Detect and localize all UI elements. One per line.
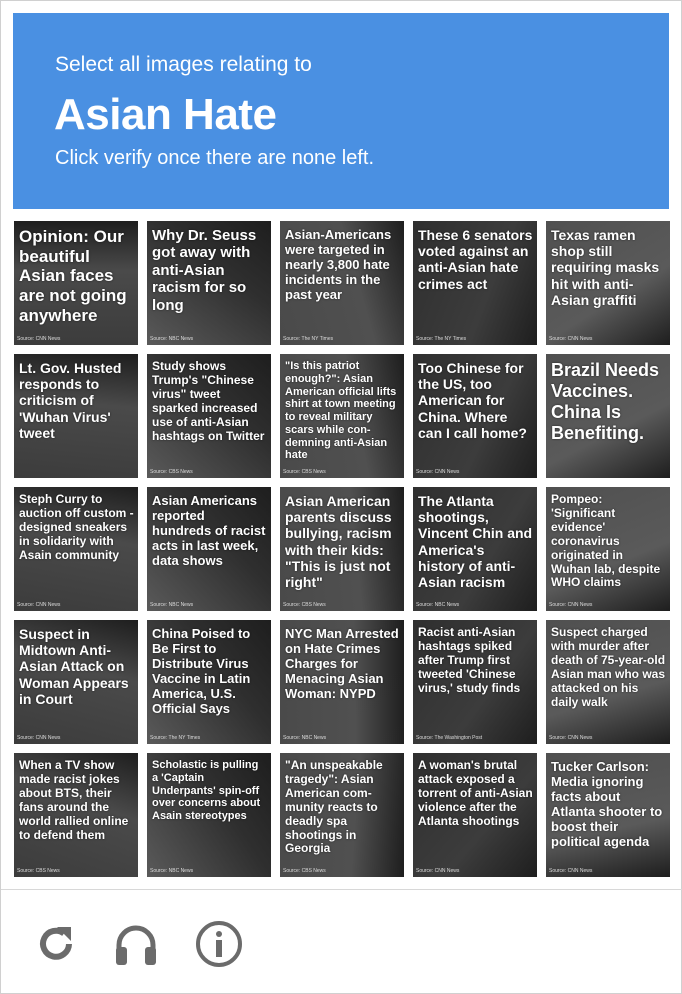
- tile-headline: Too Chinese for the US, too American for…: [418, 360, 527, 441]
- tile-headline: When a TV show made racist jokes about B…: [19, 758, 129, 842]
- verify-instruction: Click verify once there are none left.: [55, 147, 375, 169]
- tile-source: Source: CNN News: [416, 868, 460, 874]
- captcha-image-tile[interactable]: When a TV show made racist jokes about B…: [14, 753, 138, 877]
- captcha-image-tile[interactable]: Suspect charged with murder after death …: [546, 620, 670, 744]
- tile-headline: Scholastic is pulling a 'Captain Underpa…: [152, 759, 261, 822]
- tile-headline: Lt. Gov. Husted responds to criticism of…: [19, 360, 122, 441]
- tile-source: Source: CBS News: [17, 868, 60, 874]
- tile-headline: China Poised to Be First to Distribute V…: [152, 626, 251, 717]
- tile-source: Source: CNN News: [17, 735, 61, 741]
- captcha-image-tile[interactable]: NYC Man Arrested on Hate Crimes Charges …: [280, 620, 404, 744]
- tile-source: Source: NBC News: [416, 602, 460, 608]
- captcha-image-tile[interactable]: Scholastic is pulling a 'Captain Underpa…: [147, 753, 271, 877]
- tile-source: Source: The NY Times: [416, 336, 467, 342]
- tile-source: Source: CNN News: [549, 868, 593, 874]
- tile-headline: Brazil Needs Vaccines. China Is Benefiti…: [551, 360, 660, 443]
- tile-source: Source: The NY Times: [150, 735, 201, 741]
- tile-headline: "An unspeakable tragedy": Asian American…: [285, 758, 383, 856]
- captcha-image-tile[interactable]: Brazil Needs Vaccines. China Is Benefiti…: [546, 354, 670, 478]
- captcha-image-tile[interactable]: Lt. Gov. Husted responds to criticism of…: [14, 354, 138, 478]
- tile-source: Source: CNN News: [416, 469, 460, 475]
- tile-headline: Asian American parents discuss bullying,…: [285, 493, 392, 591]
- tile-headline: "Is this patriot enough?": Asian America…: [285, 360, 397, 462]
- tile-source: Source: The NY Times: [283, 336, 334, 342]
- captcha-image-tile[interactable]: A woman's brutal attack exposed a torren…: [413, 753, 537, 877]
- tile-headline: Texas ramen shop still requiring masks h…: [551, 227, 660, 308]
- captcha-image-tile[interactable]: These 6 senators voted against an anti-A…: [413, 221, 537, 345]
- captcha-image-tile[interactable]: Asian American parents discuss bullying,…: [280, 487, 404, 611]
- tile-source: Source: CNN News: [17, 336, 61, 342]
- tile-headline: Asian-Americans were targeted in nearly …: [285, 227, 392, 303]
- captcha-image-tile[interactable]: Texas ramen shop still requiring masks h…: [546, 221, 670, 345]
- tile-headline: Tucker Carlson: Media ignoring facts abo…: [551, 759, 663, 850]
- captcha-frame: Select all images relating to Asian Hate…: [0, 0, 682, 994]
- tile-source: Source: CBS News: [150, 469, 193, 475]
- tile-source: Source: CNN News: [549, 336, 593, 342]
- captcha-image-tile[interactable]: China Poised to Be First to Distribute V…: [147, 620, 271, 744]
- tile-source: Source: CBS News: [283, 868, 326, 874]
- tile-headline: A woman's brutal attack exposed a torren…: [418, 758, 533, 828]
- captcha-image-tile[interactable]: Why Dr. Seuss got away with anti-Asian r…: [147, 221, 271, 345]
- captcha-header: Select all images relating to Asian Hate…: [13, 13, 669, 209]
- tile-headline: Racist anti-Asian hashtags spiked after …: [418, 625, 521, 695]
- instruction-text: Select all images relating to: [55, 53, 312, 76]
- captcha-image-tile[interactable]: Opinion: Our beautiful Asian faces are n…: [14, 221, 138, 345]
- captcha-image-tile[interactable]: Study shows Trump's "Chinese virus" twee…: [147, 354, 271, 478]
- captcha-topic: Asian Hate: [54, 90, 277, 139]
- reload-icon[interactable]: [31, 919, 81, 969]
- captcha-image-tile[interactable]: The Atlanta shootings, Vincent Chin and …: [413, 487, 537, 611]
- tile-source: Source: CBS News: [283, 469, 326, 475]
- tile-source: Source: NBC News: [283, 735, 327, 741]
- tile-source: Source: NBC News: [150, 868, 194, 874]
- image-grid: Opinion: Our beautiful Asian faces are n…: [14, 221, 670, 877]
- tile-source: Source: CNN News: [17, 602, 61, 608]
- captcha-image-tile[interactable]: "An unspeakable tragedy": Asian American…: [280, 753, 404, 877]
- tile-headline: These 6 senators voted against an anti-A…: [418, 227, 533, 292]
- tile-headline: Pompeo: 'Significant evidence' coronavir…: [551, 492, 661, 590]
- tile-headline: Suspect charged with murder after death …: [551, 625, 666, 709]
- tile-headline: Suspect in Midtown Anti-Asian Attack on …: [19, 626, 129, 707]
- captcha-image-tile[interactable]: Suspect in Midtown Anti-Asian Attack on …: [14, 620, 138, 744]
- footer-divider: [1, 889, 682, 890]
- tile-headline: The Atlanta shootings, Vincent Chin and …: [418, 493, 533, 591]
- tile-headline: Steph Curry to auction off custom -desig…: [19, 492, 134, 562]
- headphones-icon[interactable]: [111, 919, 161, 969]
- tile-headline: Opinion: Our beautiful Asian faces are n…: [19, 227, 127, 325]
- captcha-image-tile[interactable]: "Is this patriot enough?": Asian America…: [280, 354, 404, 478]
- tile-source: Source: CNN News: [549, 735, 593, 741]
- tile-source: Source: CBS News: [283, 602, 326, 608]
- tile-headline: Study shows Trump's "Chinese virus" twee…: [152, 359, 265, 443]
- tile-headline: Asian Americans reported hundreds of rac…: [152, 493, 266, 569]
- tile-source: Source: The Washington Post: [416, 735, 483, 741]
- captcha-image-tile[interactable]: Pompeo: 'Significant evidence' coronavir…: [546, 487, 670, 611]
- tile-headline: NYC Man Arrested on Hate Crimes Charges …: [285, 626, 399, 702]
- tile-headline: Why Dr. Seuss got away with anti-Asian r…: [152, 227, 257, 314]
- captcha-image-tile[interactable]: Too Chinese for the US, too American for…: [413, 354, 537, 478]
- captcha-image-tile[interactable]: Tucker Carlson: Media ignoring facts abo…: [546, 753, 670, 877]
- info-icon[interactable]: [194, 919, 244, 969]
- tile-source: Source: NBC News: [150, 602, 194, 608]
- captcha-image-tile[interactable]: Steph Curry to auction off custom -desig…: [14, 487, 138, 611]
- tile-source: Source: CNN News: [549, 602, 593, 608]
- captcha-image-tile[interactable]: Asian-Americans were targeted in nearly …: [280, 221, 404, 345]
- captcha-image-tile[interactable]: Racist anti-Asian hashtags spiked after …: [413, 620, 537, 744]
- captcha-image-tile[interactable]: Asian Americans reported hundreds of rac…: [147, 487, 271, 611]
- tile-source: Source: NBC News: [150, 336, 194, 342]
